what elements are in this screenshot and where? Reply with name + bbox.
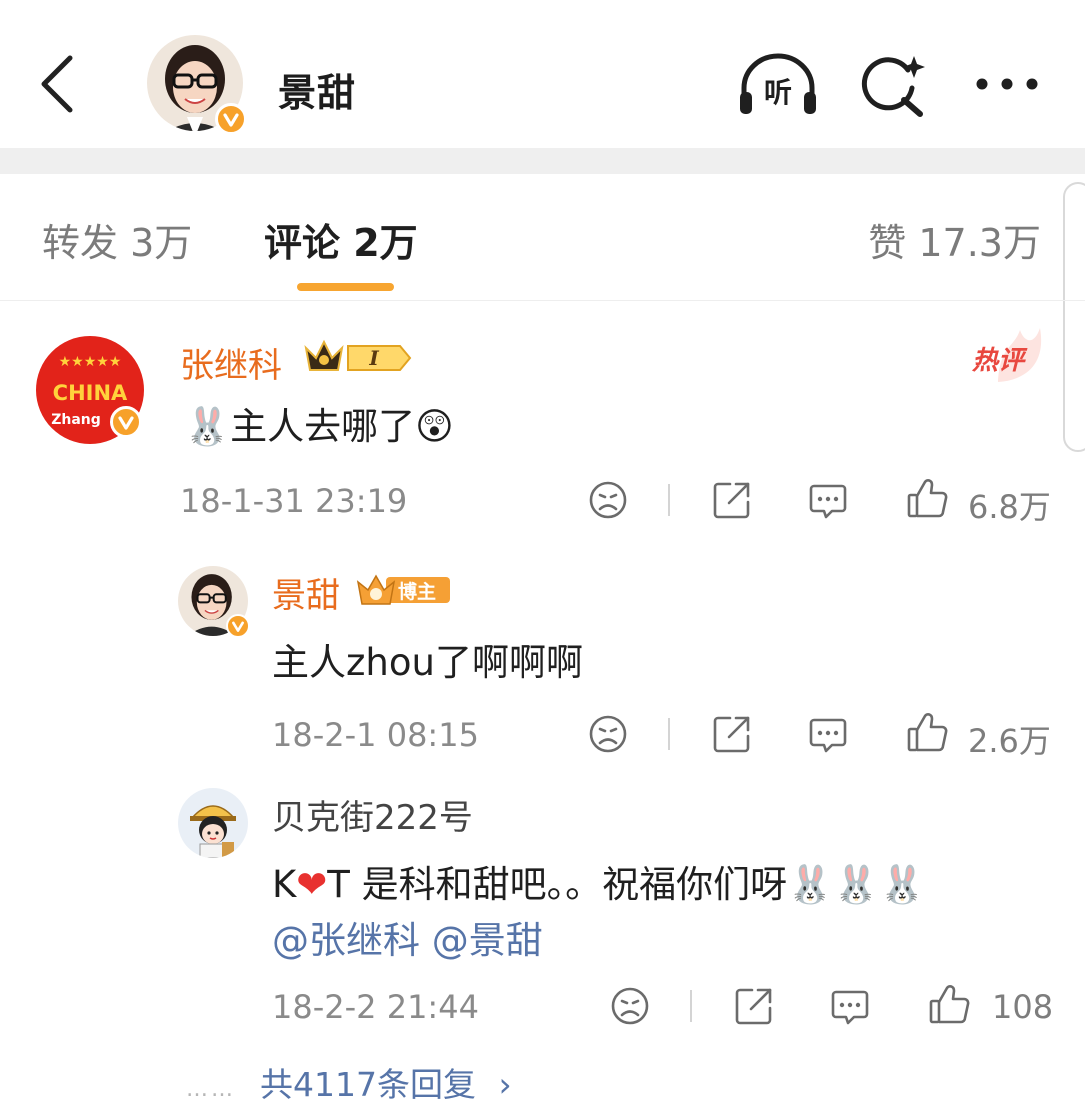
listen-button[interactable]: 听 xyxy=(736,52,820,118)
like-button[interactable] xyxy=(906,710,950,754)
comment-bubble-icon xyxy=(809,484,847,519)
mention-link[interactable]: @景甜 xyxy=(432,919,543,962)
commenter-name[interactable]: 张继科 xyxy=(180,338,282,387)
comment-text: K❤T 是科和甜吧。。祝福你们呀🐰🐰🐰 xyxy=(272,863,926,906)
comment-text: 主人zhou了啊啊啊 xyxy=(272,641,583,684)
back-button[interactable] xyxy=(34,52,84,116)
header-avatar[interactable] xyxy=(145,33,249,137)
verified-badge xyxy=(215,103,247,135)
rabbit-emoji: 🐰 xyxy=(184,405,231,448)
reply-button[interactable] xyxy=(806,478,850,522)
like-button[interactable] xyxy=(906,476,950,520)
blogger-badge: 博主 xyxy=(356,572,452,606)
tabs-divider xyxy=(0,300,1085,301)
mention-link[interactable]: @张继科 xyxy=(272,919,420,962)
comment-time: 18-2-1 08:15 xyxy=(272,716,479,754)
commenter-name[interactable]: 景甜 xyxy=(272,568,340,617)
like-count: 2.6万 xyxy=(968,722,1051,760)
verified-badge xyxy=(110,406,142,438)
action-divider xyxy=(690,990,692,1022)
commenter-name[interactable]: 贝克街222号 xyxy=(272,790,473,839)
more-options-button[interactable] xyxy=(972,62,1042,106)
listen-label: 听 xyxy=(764,76,792,109)
headphones-icon: 听 xyxy=(740,53,816,114)
thumbs-up-icon xyxy=(907,479,948,518)
tab-comments[interactable]: 评论 2万 xyxy=(264,212,418,267)
commenter-avatar[interactable] xyxy=(178,566,250,638)
like-count: 108 xyxy=(992,988,1054,1026)
active-tab-indicator xyxy=(297,283,394,291)
commenter-avatar[interactable]: ★★★★★ CHINA Zhang xyxy=(36,336,144,444)
verified-v-icon xyxy=(118,416,134,430)
frown-face-icon xyxy=(589,481,627,519)
verified-badge xyxy=(226,614,250,638)
thumbs-up-icon xyxy=(929,985,970,1024)
view-more-replies-link[interactable]: …… 共4117条回复 › xyxy=(186,1058,512,1106)
surprised-emoji: 😲 xyxy=(415,405,454,448)
tab-likes[interactable]: 赞 17.3万 xyxy=(868,212,1041,267)
crown-icon: I xyxy=(304,339,412,371)
replies-count-label: 共4117条回复 xyxy=(260,1065,476,1104)
avatar-text-top: CHINA xyxy=(53,381,128,405)
comment-mentions: @张继科 @景甜 xyxy=(272,910,543,964)
page-title: 景甜 xyxy=(278,71,357,115)
comment-time: 18-1-31 23:19 xyxy=(180,482,408,520)
replies-dots: …… xyxy=(186,1077,236,1102)
top-bar: 景甜 听 xyxy=(0,0,1085,148)
pink-rabbit-emojis: 🐰🐰🐰 xyxy=(787,863,926,906)
reply-button[interactable] xyxy=(806,712,850,756)
blogger-badge-label: 博主 xyxy=(398,581,437,603)
comment-bubble-icon xyxy=(831,990,869,1025)
verified-v-icon xyxy=(232,621,244,632)
search-sparkle-icon xyxy=(861,56,925,117)
hot-comment-badge: 热评 xyxy=(968,324,1048,384)
more-dots-icon xyxy=(976,78,1038,90)
tab-reposts[interactable]: 转发 3万 xyxy=(42,212,192,267)
share-button[interactable] xyxy=(732,984,776,1028)
share-button[interactable] xyxy=(710,712,754,756)
like-count: 6.8万 xyxy=(968,488,1051,526)
reply-button[interactable] xyxy=(828,984,872,1028)
action-divider xyxy=(668,718,670,750)
search-button[interactable] xyxy=(860,52,928,118)
action-divider xyxy=(668,484,670,516)
dislike-button[interactable] xyxy=(586,478,630,522)
commenter-avatar[interactable] xyxy=(178,788,248,858)
avatar-text-bottom: Zhang xyxy=(51,412,101,428)
avatar-stars: ★★★★★ xyxy=(59,354,122,370)
comment-time: 18-2-2 21:44 xyxy=(272,988,479,1026)
share-icon xyxy=(713,716,750,753)
chevron-right-icon: › xyxy=(498,1065,512,1104)
fan-level-text: I xyxy=(368,346,379,370)
hot-comment-label: 热评 xyxy=(972,346,1025,376)
like-button[interactable] xyxy=(928,982,972,1026)
comment-bubble-icon xyxy=(809,718,847,753)
verified-v-icon xyxy=(223,113,239,127)
share-button[interactable] xyxy=(710,478,754,522)
fan-level-badge: I xyxy=(302,336,412,376)
frown-face-icon xyxy=(611,987,649,1025)
share-icon xyxy=(713,482,750,519)
frown-face-icon xyxy=(589,715,627,753)
dislike-button[interactable] xyxy=(586,712,630,756)
chevron-left-icon xyxy=(41,55,73,113)
heart-emoji: ❤ xyxy=(296,863,328,906)
share-icon xyxy=(735,988,772,1025)
thumbs-up-icon xyxy=(907,713,948,752)
comment-text: 🐰主人去哪了😲 xyxy=(184,405,454,448)
section-divider xyxy=(0,148,1085,174)
edge-handle[interactable] xyxy=(1063,182,1085,452)
dislike-button[interactable] xyxy=(608,984,652,1028)
